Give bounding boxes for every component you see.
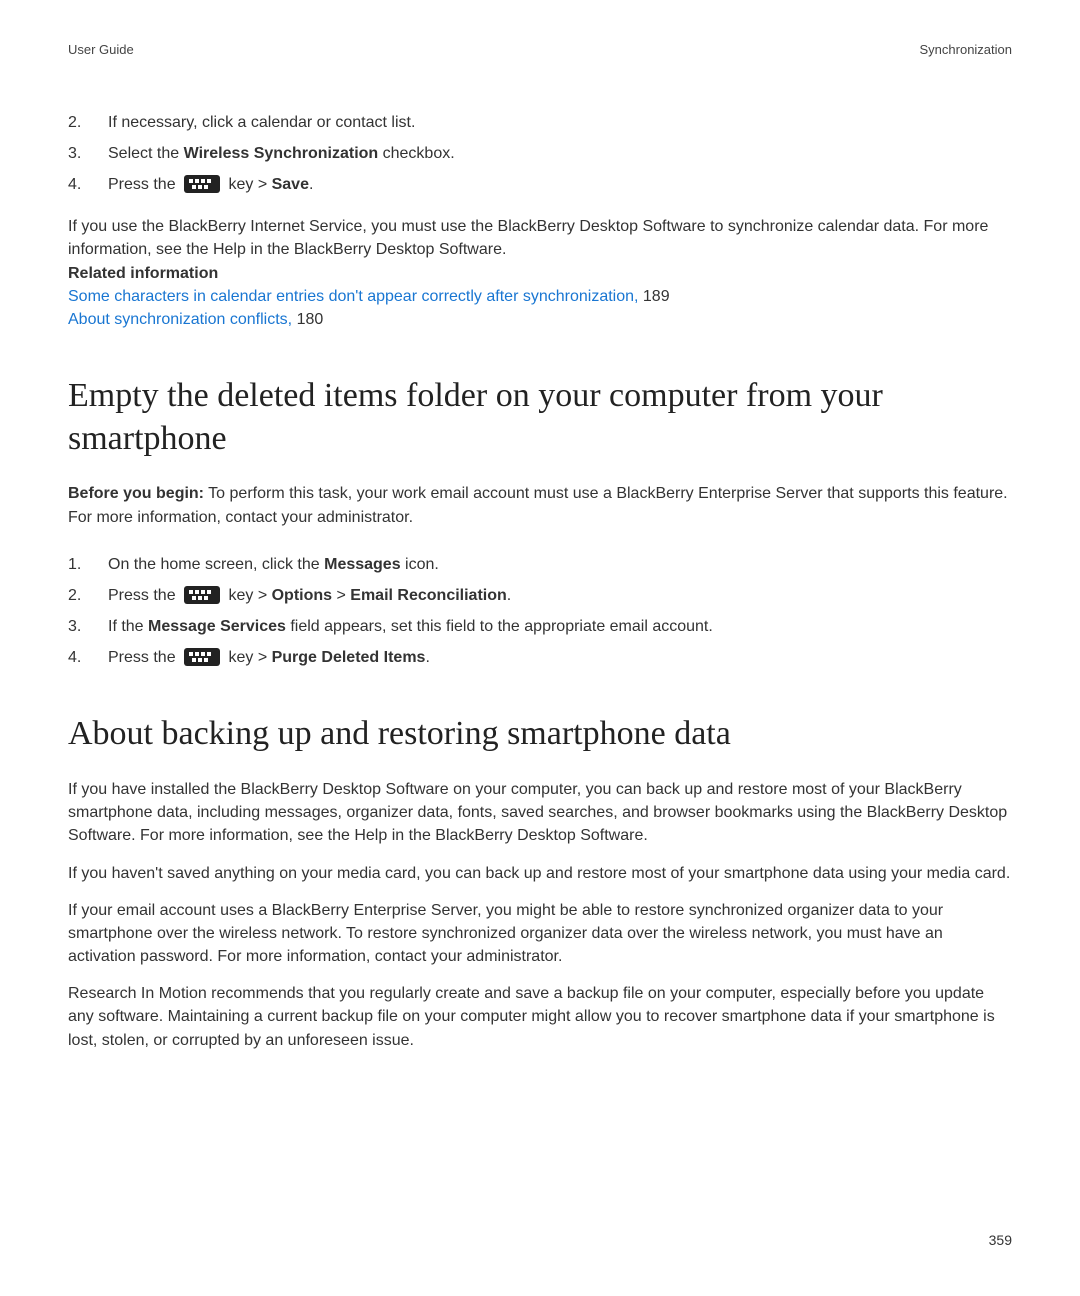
blackberry-key-icon xyxy=(184,648,220,666)
text-fragment: Press the xyxy=(108,649,180,666)
text-fragment: . xyxy=(507,587,511,604)
related-link[interactable]: About synchronization conflicts, xyxy=(68,311,292,328)
step-number: 1. xyxy=(68,553,108,576)
page-header: User Guide Synchronization xyxy=(68,42,1012,57)
paragraph: If you use the BlackBerry Internet Servi… xyxy=(68,215,1012,261)
step-text: Select the Wireless Synchronization chec… xyxy=(108,142,1012,165)
step-number: 3. xyxy=(68,615,108,638)
bold-term: Email Reconciliation xyxy=(350,587,506,604)
step-text: On the home screen, click the Messages i… xyxy=(108,553,1012,576)
paragraph: If you have installed the BlackBerry Des… xyxy=(68,778,1012,848)
step-text: Press the key > Purge Deleted Items. xyxy=(108,646,1012,669)
text-fragment: Select the xyxy=(108,145,184,162)
text-fragment: checkbox. xyxy=(378,145,454,162)
paragraph: If your email account uses a BlackBerry … xyxy=(68,899,1012,969)
step-item: 4. Press the key > Save. xyxy=(68,173,1012,196)
step-number: 3. xyxy=(68,142,108,165)
blackberry-key-icon xyxy=(184,175,220,193)
steps-list-2: 1. On the home screen, click the Message… xyxy=(68,553,1012,670)
step-item: 2. Press the key > Options > Email Recon… xyxy=(68,584,1012,607)
step-number: 2. xyxy=(68,111,108,134)
related-link[interactable]: Some characters in calendar entries don'… xyxy=(68,288,638,305)
header-left: User Guide xyxy=(68,42,134,57)
step-item: 1. On the home screen, click the Message… xyxy=(68,553,1012,576)
bold-term: Purge Deleted Items xyxy=(272,649,426,666)
bold-term: Save xyxy=(272,176,309,193)
bold-term: Message Services xyxy=(148,618,286,635)
text-fragment: key > xyxy=(224,649,272,666)
text-fragment: key > xyxy=(224,587,272,604)
step-number: 4. xyxy=(68,646,108,669)
steps-list-1: 2. If necessary, click a calendar or con… xyxy=(68,111,1012,197)
section-heading: About backing up and restoring smartphon… xyxy=(68,713,1012,756)
step-number: 4. xyxy=(68,173,108,196)
backup-section-body: If you have installed the BlackBerry Des… xyxy=(68,778,1012,1052)
paragraph: If you haven't saved anything on your me… xyxy=(68,862,1012,885)
related-link-line: About synchronization conflicts, 180 xyxy=(68,308,1012,331)
text-fragment: icon. xyxy=(401,556,439,573)
step-item: 4. Press the key > Purge Deleted Items. xyxy=(68,646,1012,669)
section-heading: Empty the deleted items folder on your c… xyxy=(68,375,1012,460)
blackberry-key-icon xyxy=(184,586,220,604)
text-fragment: . xyxy=(309,176,313,193)
text-fragment: Press the xyxy=(108,587,180,604)
text-fragment: > xyxy=(332,587,350,604)
text-fragment: key > xyxy=(224,176,272,193)
header-right: Synchronization xyxy=(920,42,1013,57)
related-page-ref: 180 xyxy=(292,311,323,328)
related-link-line: Some characters in calendar entries don'… xyxy=(68,285,1012,308)
before-label: Before you begin: xyxy=(68,485,204,502)
step-text: Press the key > Options > Email Reconcil… xyxy=(108,584,1012,607)
text-fragment: Press the xyxy=(108,176,180,193)
page-number: 359 xyxy=(989,1232,1012,1248)
step-item: 3. Select the Wireless Synchronization c… xyxy=(68,142,1012,165)
step-text: Press the key > Save. xyxy=(108,173,1012,196)
paragraph: Research In Motion recommends that you r… xyxy=(68,982,1012,1052)
related-info-heading: Related information xyxy=(68,265,1012,283)
related-page-ref: 189 xyxy=(638,288,669,305)
before-you-begin: Before you begin: To perform this task, … xyxy=(68,482,1012,528)
text-fragment: field appears, set this field to the app… xyxy=(286,618,713,635)
before-text: To perform this task, your work email ac… xyxy=(68,485,1008,525)
text-fragment: On the home screen, click the xyxy=(108,556,324,573)
step-item: 2. If necessary, click a calendar or con… xyxy=(68,111,1012,134)
text-fragment: . xyxy=(425,649,429,666)
bold-term: Options xyxy=(272,587,332,604)
step-number: 2. xyxy=(68,584,108,607)
step-item: 3. If the Message Services field appears… xyxy=(68,615,1012,638)
step-text: If necessary, click a calendar or contac… xyxy=(108,111,1012,134)
text-fragment: If the xyxy=(108,618,148,635)
bold-term: Wireless Synchronization xyxy=(184,145,379,162)
step-text: If the Message Services field appears, s… xyxy=(108,615,1012,638)
bold-term: Messages xyxy=(324,556,401,573)
